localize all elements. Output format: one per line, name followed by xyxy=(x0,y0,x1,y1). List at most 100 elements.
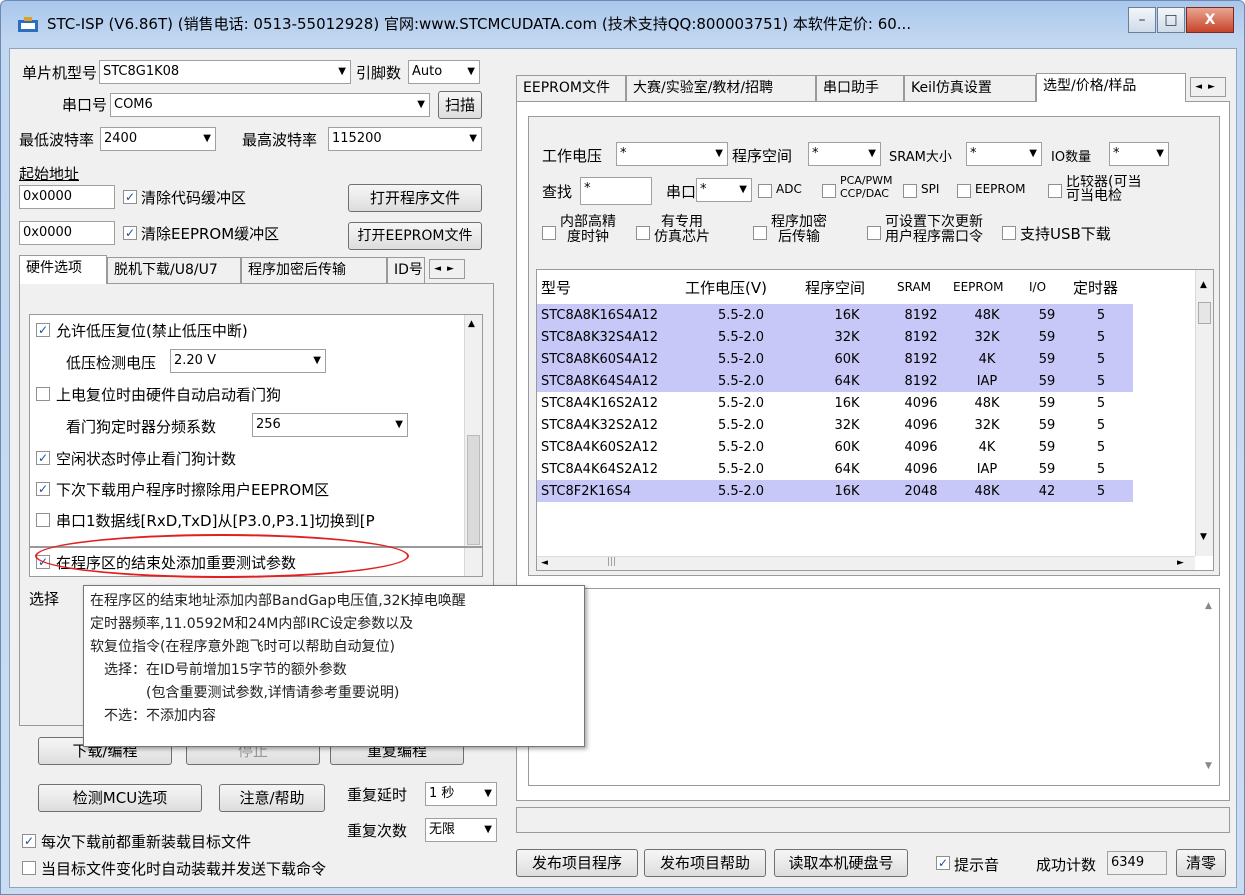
col-header-sram[interactable]: SRAM xyxy=(893,270,949,304)
search-input[interactable]: * xyxy=(580,177,652,205)
tab-keil-emulation[interactable]: Keil仿真设置 xyxy=(904,75,1036,101)
cell-model: STC8A4K64S2A12 xyxy=(541,461,658,477)
repeat-count-select[interactable]: 无限 ▼ xyxy=(425,818,497,842)
tab-hardware-options[interactable]: 硬件选项 xyxy=(19,255,107,284)
col-header-io[interactable]: I/O xyxy=(1025,270,1069,304)
tab-eeprom-file[interactable]: EEPROM文件 xyxy=(516,75,626,101)
clear-code-checkbox[interactable]: ✓ xyxy=(123,190,137,204)
table-row[interactable]: STC8A8K60S4A12 5.5-2.0 60K 8192 4K 59 5 xyxy=(537,348,1133,370)
max-baud-select[interactable]: 115200 ▼ xyxy=(328,127,482,151)
erase-eeprom-checkbox[interactable]: ✓ xyxy=(36,482,50,496)
col-header-timers[interactable]: 定时器 xyxy=(1069,270,1133,304)
chevron-down-icon: ▼ xyxy=(1156,148,1164,159)
voltage-filter-select[interactable]: * ▼ xyxy=(616,142,728,166)
output-log[interactable]: ▲ ▼ xyxy=(528,588,1220,786)
comparator-checkbox[interactable] xyxy=(1048,184,1062,198)
eeprom-checkbox[interactable] xyxy=(957,184,971,198)
low-voltage-reset-checkbox[interactable]: ✓ xyxy=(36,323,50,337)
scan-button[interactable]: 扫描 xyxy=(438,91,482,119)
table-row[interactable]: STC8A4K64S2A12 5.5-2.0 64K 4096 IAP 59 5 xyxy=(537,458,1133,480)
cmp-line2: 可当电检 xyxy=(1066,188,1122,203)
help-button[interactable]: 注意/帮助 xyxy=(219,784,325,812)
auto-load-checkbox[interactable] xyxy=(22,861,36,875)
left-tab-bar: 硬件选项 脱机下载/U8/U7 程序加密后传输 ID号 ◄► xyxy=(19,255,494,284)
prog-filter-value: * xyxy=(812,146,819,161)
watchdog-poweron-checkbox[interactable] xyxy=(36,387,50,401)
mcu-type-select[interactable]: STC8G1K08 ▼ xyxy=(99,60,351,84)
table-row[interactable]: STC8A4K60S2A12 5.5-2.0 60K 4096 4K 59 5 xyxy=(537,436,1133,458)
repeat-delay-select[interactable]: 1 秒 ▼ xyxy=(425,782,497,806)
pca-pwm-checkbox[interactable] xyxy=(822,184,836,198)
tab-selection-price[interactable]: 选型/价格/样品 xyxy=(1036,73,1186,102)
table-row[interactable]: STC8A4K16S2A12 5.5-2.0 16K 4096 48K 59 5 xyxy=(537,392,1133,414)
publish-help-button[interactable]: 发布项目帮助 xyxy=(644,849,766,877)
table-hscroll[interactable]: ◄ ||| ► xyxy=(537,556,1195,570)
select-partial-label: 选择 xyxy=(29,590,60,608)
col-header-flash[interactable]: 程序空间 xyxy=(801,270,893,304)
options-scrollbar-lower[interactable] xyxy=(464,548,482,576)
internal-osc-checkbox[interactable] xyxy=(542,226,556,240)
table-row[interactable]: STC8A8K32S4A12 5.5-2.0 32K 8192 32K 59 5 xyxy=(537,326,1133,348)
table-row[interactable]: STC8A8K16S4A12 5.5-2.0 16K 8192 48K 59 5 xyxy=(537,304,1133,326)
mcu-type-value: STC8G1K08 xyxy=(103,64,180,79)
tab-offline-download[interactable]: 脱机下载/U8/U7 xyxy=(107,257,241,283)
eeprom-start-address-input[interactable]: 0x0000 xyxy=(19,221,115,245)
cell-io: 59 xyxy=(1038,417,1056,433)
cell-sram: 4096 xyxy=(904,417,938,433)
table-scroll-thumb[interactable] xyxy=(1198,302,1211,324)
idle-stop-watchdog-checkbox[interactable]: ✓ xyxy=(36,451,50,465)
table-vscroll[interactable]: ▲ ▼ xyxy=(1195,270,1213,556)
detect-mcu-button[interactable]: 检测MCU选项 xyxy=(38,784,202,812)
read-disk-id-button[interactable]: 读取本机硬盘号 xyxy=(774,849,908,877)
usb-download-checkbox[interactable] xyxy=(1002,226,1016,240)
code-start-address-input[interactable]: 0x0000 xyxy=(19,185,115,209)
col-header-voltage[interactable]: 工作电压(V) xyxy=(681,270,801,304)
options-scrollbar[interactable]: ▲ xyxy=(464,315,482,546)
tab-scroll-arrows[interactable]: ◄► xyxy=(429,259,465,279)
log-scrollbar[interactable]: ▲ ▼ xyxy=(1201,589,1219,785)
right-tab-scroll-arrows[interactable]: ◄► xyxy=(1190,77,1226,97)
serial-port-select[interactable]: COM6 ▼ xyxy=(110,93,430,117)
tab-serial-assistant[interactable]: 串口助手 xyxy=(816,75,904,101)
encrypted-transfer-checkbox[interactable] xyxy=(753,226,767,240)
publish-project-button[interactable]: 发布项目程序 xyxy=(516,849,638,877)
tab-encrypted-transfer[interactable]: 程序加密后传输 xyxy=(241,257,387,283)
idle-stop-watchdog-label: 空闲状态时停止看门狗计数 xyxy=(56,450,237,468)
table-row[interactable]: STC8A4K32S2A12 5.5-2.0 32K 4096 32K 59 5 xyxy=(537,414,1133,436)
spi-checkbox[interactable] xyxy=(903,184,917,198)
watchdog-divider-select[interactable]: 256 ▼ xyxy=(252,413,408,437)
clear-eeprom-checkbox[interactable]: ✓ xyxy=(123,226,137,240)
table-row[interactable]: STC8F2K16S4 5.5-2.0 16K 2048 48K 42 5 xyxy=(537,480,1133,502)
table-row[interactable]: STC8A8K64S4A12 5.5-2.0 64K 8192 IAP 59 5 xyxy=(537,370,1133,392)
chevron-down-icon: ▼ xyxy=(868,148,876,159)
options-list: ✓ 允许低压复位(禁止低压中断) 低压检测电压 2.20 V ▼ 上电复位时由硬件… xyxy=(29,314,483,547)
emulation-chip-checkbox[interactable] xyxy=(636,226,650,240)
uart-switch-checkbox[interactable] xyxy=(36,513,50,527)
col-header-eeprom[interactable]: EEPROM xyxy=(949,270,1025,304)
minimize-button[interactable]: – xyxy=(1128,7,1156,33)
uart-filter-select[interactable]: * ▼ xyxy=(696,178,752,202)
open-program-file-button[interactable]: 打开程序文件 xyxy=(348,184,482,212)
clear-count-button[interactable]: 清零 xyxy=(1176,849,1226,877)
cell-flash: 64K xyxy=(834,461,860,477)
min-baud-select[interactable]: 2400 ▼ xyxy=(100,127,216,151)
reload-before-download-checkbox[interactable]: ✓ xyxy=(22,834,36,848)
scroll-thumb[interactable] xyxy=(467,435,480,545)
update-password-checkbox[interactable] xyxy=(867,226,881,240)
adc-checkbox[interactable] xyxy=(758,184,772,198)
open-eeprom-file-button[interactable]: 打开EEPROM文件 xyxy=(348,222,482,250)
io-filter-select[interactable]: * ▼ xyxy=(1109,142,1169,166)
close-button[interactable]: X xyxy=(1186,7,1234,33)
maximize-button[interactable]: □ xyxy=(1157,7,1185,33)
tab-id-number[interactable]: ID号 xyxy=(387,257,425,283)
prog-filter-select[interactable]: * ▼ xyxy=(808,142,881,166)
sram-filter-select[interactable]: * ▼ xyxy=(966,142,1042,166)
tab-contest-lab[interactable]: 大赛/实验室/教材/招聘 xyxy=(626,75,816,101)
cell-sram: 8192 xyxy=(893,326,949,348)
low-voltage-select[interactable]: 2.20 V ▼ xyxy=(170,349,326,373)
hscroll-grip-icon: ||| xyxy=(607,557,617,567)
pin-count-select[interactable]: Auto ▼ xyxy=(408,60,480,84)
sound-checkbox[interactable]: ✓ xyxy=(936,856,950,870)
cell-io: 59 xyxy=(1025,348,1069,370)
col-header-model[interactable]: 型号 xyxy=(537,270,681,304)
